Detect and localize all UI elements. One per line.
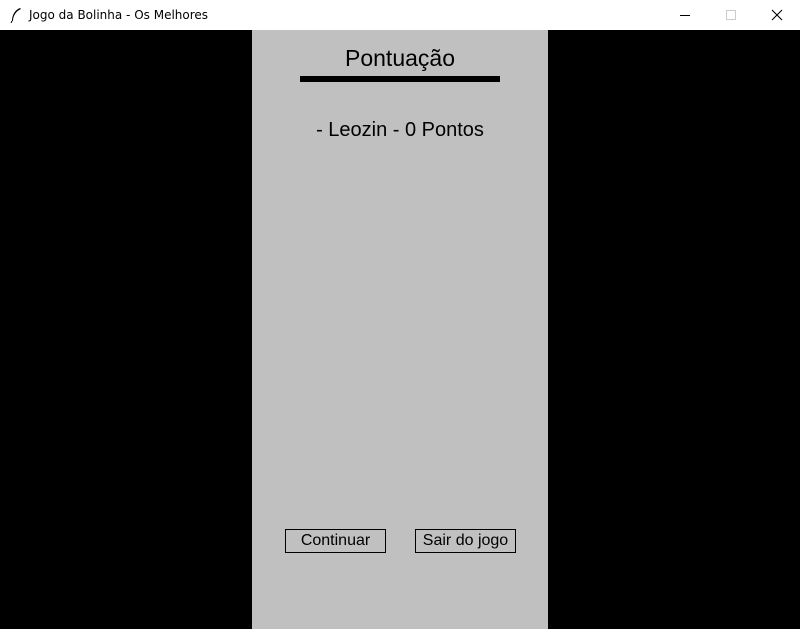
maximize-icon [726,10,736,20]
close-icon [771,9,783,21]
continue-button[interactable]: Continuar [285,529,386,553]
score-entry: - Leozin - 0 Pontos [316,119,484,141]
scoreboard-panel: Pontuação - Leozin - 0 Pontos Continuar … [252,30,548,629]
maximize-button[interactable] [708,0,754,30]
game-canvas: Pontuação - Leozin - 0 Pontos Continuar … [0,30,800,629]
minimize-icon [680,15,690,16]
scoreboard-title: Pontuação [345,45,455,71]
title-underline [300,76,500,82]
quit-game-button[interactable]: Sair do jogo [415,529,516,553]
close-button[interactable] [754,0,800,30]
title-bar: Jogo da Bolinha - Os Melhores [0,0,800,30]
game-window: Jogo da Bolinha - Os Melhores Pontuação … [0,0,800,629]
minimize-button[interactable] [662,0,708,30]
feather-icon [9,7,23,24]
window-title: Jogo da Bolinha - Os Melhores [29,8,209,22]
